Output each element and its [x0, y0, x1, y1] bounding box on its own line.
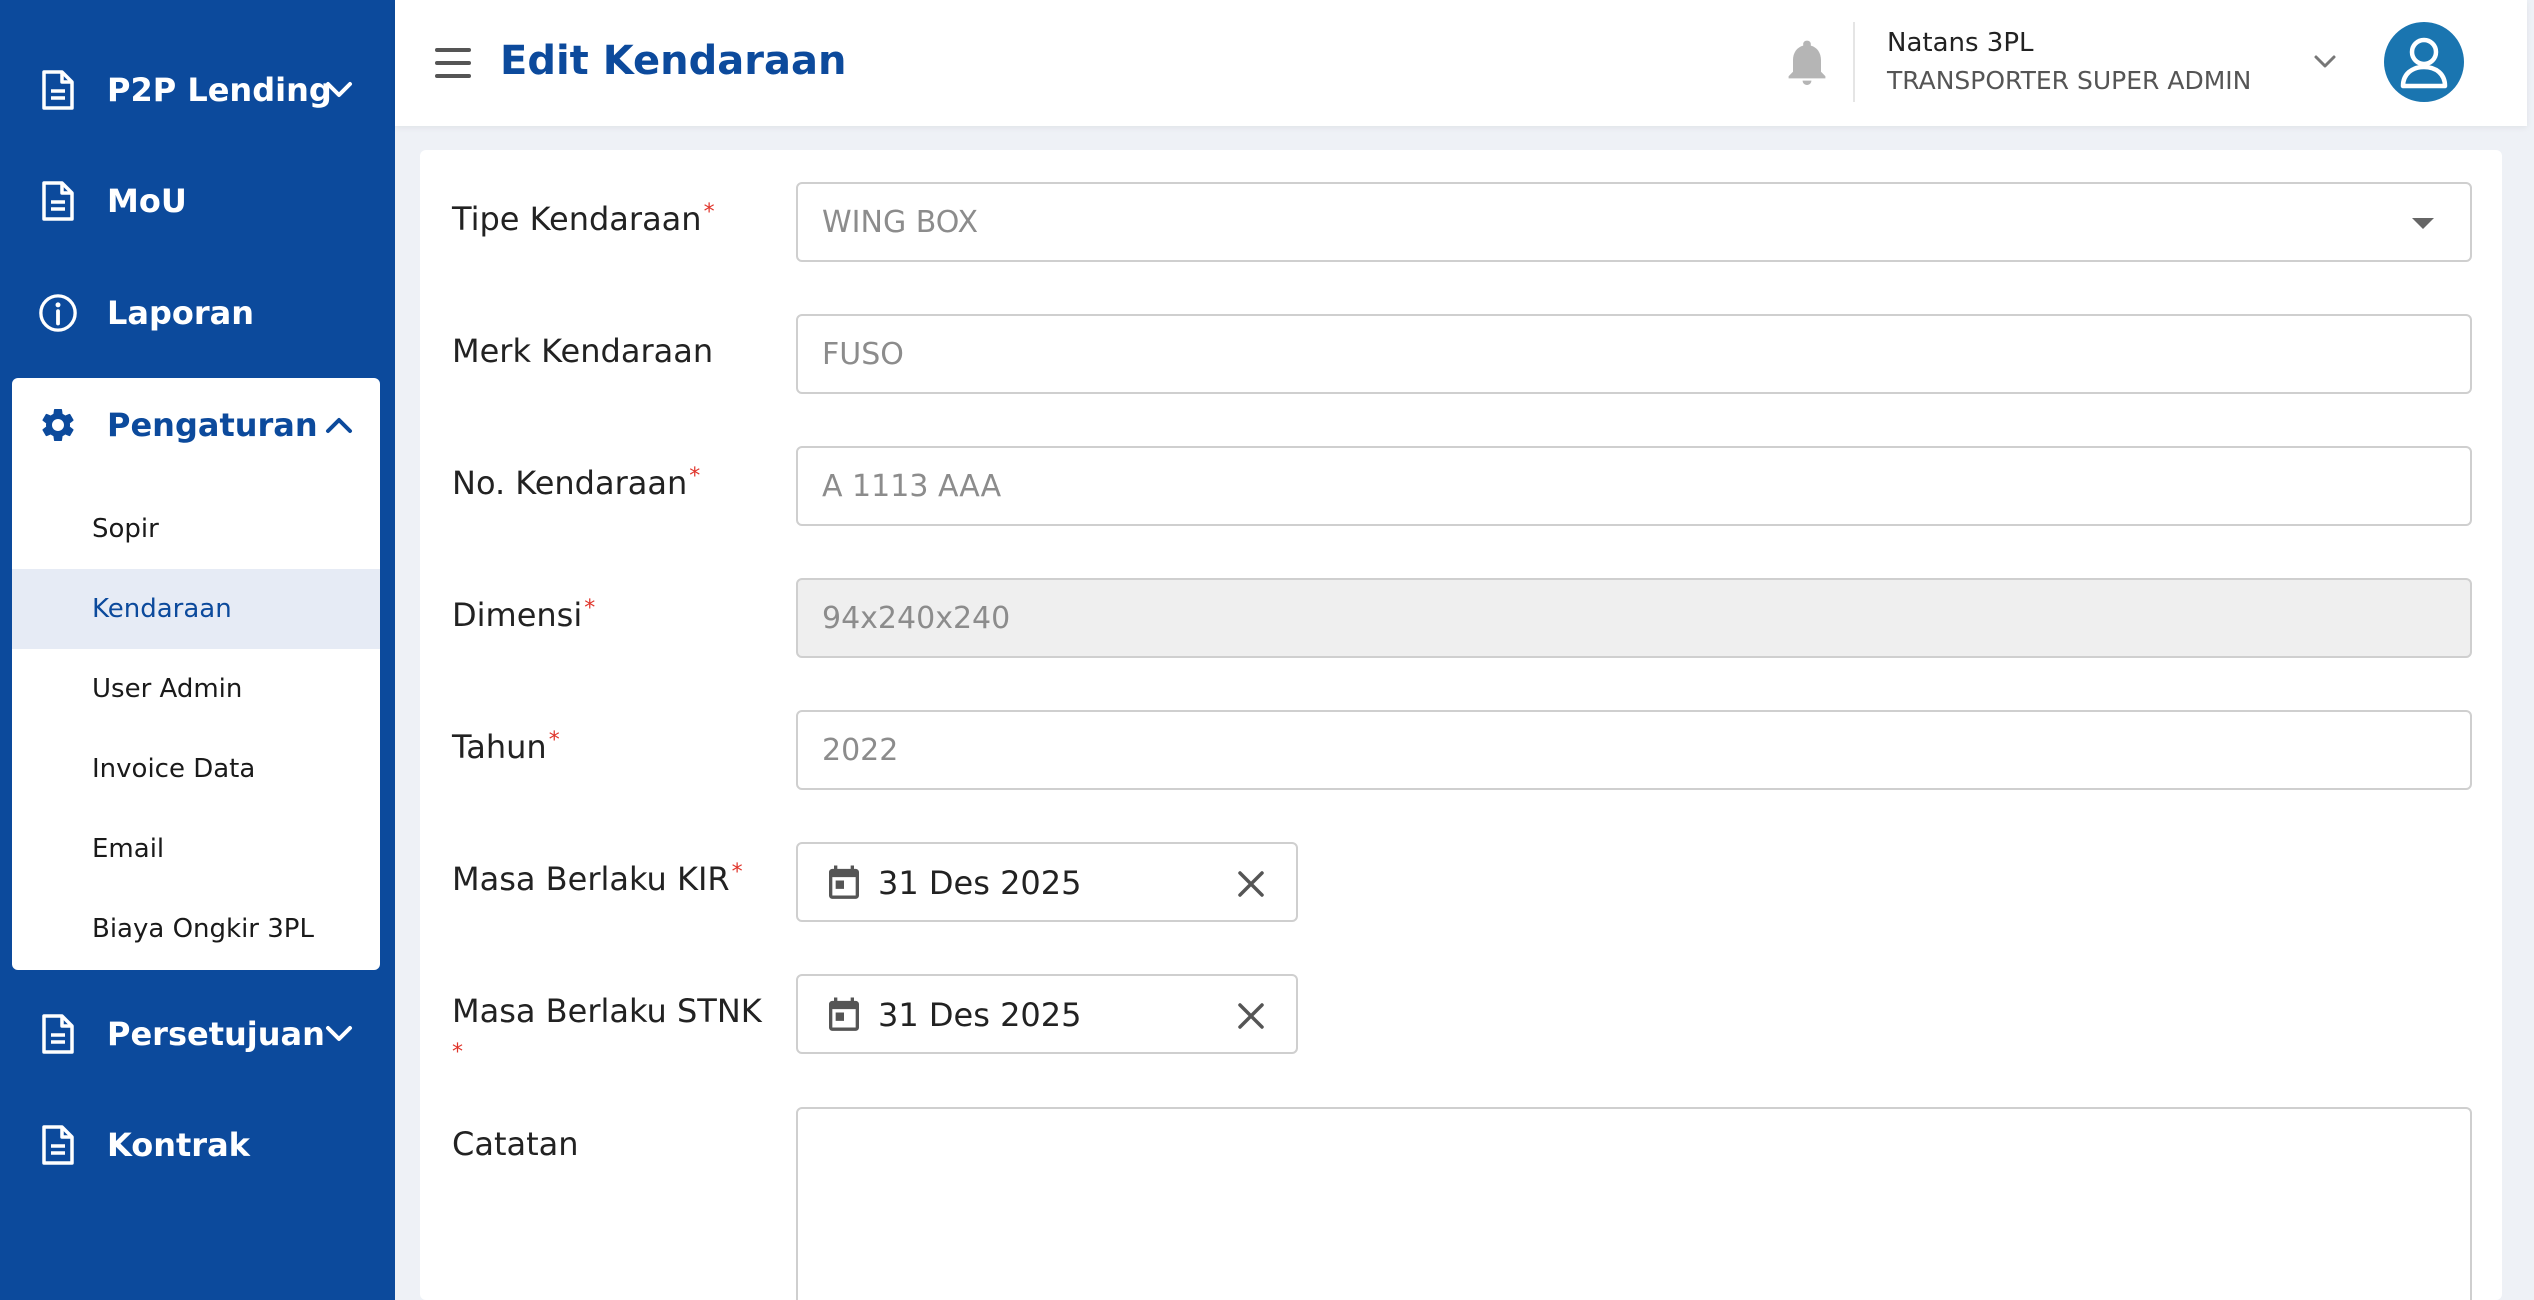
top-header: Edit Kendaraan Natans 3PL TRANSPORTER SU…: [395, 0, 2527, 126]
edit-vehicle-form: Tipe Kendaraan* WING BOX Merk Kendaraan …: [420, 150, 2502, 1300]
sidebar-item-pengaturan[interactable]: Pengaturan: [12, 375, 380, 475]
masa-berlaku-kir-datepicker[interactable]: 31 Des 2025: [796, 842, 1298, 922]
submenu-item-kendaraan[interactable]: Kendaraan: [12, 569, 380, 649]
chevron-down-icon[interactable]: [2308, 44, 2342, 78]
calendar-icon: [824, 994, 864, 1036]
required-mark: *: [731, 860, 743, 885]
no-kendaraan-value: A 1113 AAA: [822, 468, 1002, 504]
dimensi-value: 94x240x240: [822, 600, 1011, 636]
merk-kendaraan-label: Merk Kendaraan: [452, 332, 714, 370]
sidebar-item-persetujuan[interactable]: Persetujuan: [0, 984, 395, 1084]
close-icon[interactable]: [1233, 998, 1269, 1034]
tipe-kendaraan-value: WING BOX: [822, 204, 979, 240]
hamburger-menu-icon[interactable]: [433, 43, 473, 83]
sidebar-item-label: Persetujuan: [107, 1015, 325, 1053]
sidebar-item-laporan[interactable]: Laporan: [0, 263, 395, 363]
tahun-value: 2022: [822, 732, 899, 768]
submenu-item-user-admin[interactable]: User Admin: [12, 649, 380, 729]
sidebar: P2P Lending MoU Laporan Pengaturan Sopir…: [0, 0, 395, 1300]
document-icon: [38, 68, 78, 112]
catatan-label: Catatan: [452, 1125, 579, 1163]
document-icon: [38, 1123, 78, 1167]
page-title: Edit Kendaraan: [500, 38, 847, 84]
gear-icon: [38, 403, 78, 447]
sidebar-item-label: Kontrak: [107, 1126, 250, 1164]
user-name: Natans 3PL: [1887, 28, 2034, 58]
document-icon: [38, 1012, 78, 1056]
submenu-item-biaya-ongkir[interactable]: Biaya Ongkir 3PL: [12, 889, 380, 969]
tahun-field[interactable]: 2022: [796, 710, 2472, 790]
sidebar-item-p2p-lending[interactable]: P2P Lending: [0, 40, 395, 140]
submenu-pengaturan: Pengaturan Sopir Kendaraan User Admin In…: [12, 378, 380, 970]
sidebar-item-kontrak[interactable]: Kontrak: [0, 1095, 395, 1195]
merk-kendaraan-value: FUSO: [822, 336, 904, 372]
sidebar-item-label: Pengaturan: [107, 406, 318, 444]
no-kendaraan-field[interactable]: A 1113 AAA: [796, 446, 2472, 526]
required-mark: *: [689, 464, 701, 489]
chevron-up-icon: [322, 408, 356, 442]
user-role: TRANSPORTER SUPER ADMIN: [1887, 66, 2252, 95]
sidebar-item-label: Laporan: [107, 294, 255, 332]
avatar[interactable]: [2384, 22, 2464, 102]
catatan-textarea[interactable]: [796, 1107, 2472, 1300]
sidebar-item-label: P2P Lending: [107, 71, 332, 109]
dimensi-field: 94x240x240: [796, 578, 2472, 658]
required-mark: *: [703, 200, 715, 225]
masa-berlaku-stnk-label: Masa Berlaku STNK: [452, 992, 762, 1030]
merk-kendaraan-field[interactable]: FUSO: [796, 314, 2472, 394]
required-mark: *: [584, 596, 596, 621]
bell-icon[interactable]: [1783, 38, 1831, 88]
masa-berlaku-kir-label: Masa Berlaku KIR*: [452, 860, 743, 898]
chevron-down-icon: [322, 1017, 356, 1051]
tipe-kendaraan-label: Tipe Kendaraan*: [452, 200, 715, 238]
calendar-icon: [824, 862, 864, 904]
no-kendaraan-label: No. Kendaraan*: [452, 464, 701, 502]
sidebar-item-label: MoU: [107, 182, 187, 220]
close-icon[interactable]: [1233, 866, 1269, 902]
required-mark: *: [548, 728, 560, 753]
tahun-label: Tahun*: [452, 728, 560, 766]
caret-down-icon: [2412, 218, 2434, 229]
info-icon: [38, 291, 78, 335]
masa-berlaku-stnk-value: 31 Des 2025: [878, 996, 1082, 1034]
submenu-item-email[interactable]: Email: [12, 809, 380, 889]
chevron-down-icon: [322, 73, 356, 107]
sidebar-item-mou[interactable]: MoU: [0, 151, 395, 251]
header-divider: [1853, 22, 1855, 102]
masa-berlaku-stnk-datepicker[interactable]: 31 Des 2025: [796, 974, 1298, 1054]
required-mark: *: [452, 1040, 463, 1065]
masa-berlaku-kir-value: 31 Des 2025: [878, 864, 1082, 902]
document-icon: [38, 179, 78, 223]
tipe-kendaraan-select[interactable]: WING BOX: [796, 182, 2472, 262]
submenu-item-sopir[interactable]: Sopir: [12, 489, 380, 569]
dimensi-label: Dimensi*: [452, 596, 596, 634]
submenu-item-invoice-data[interactable]: Invoice Data: [12, 729, 380, 809]
